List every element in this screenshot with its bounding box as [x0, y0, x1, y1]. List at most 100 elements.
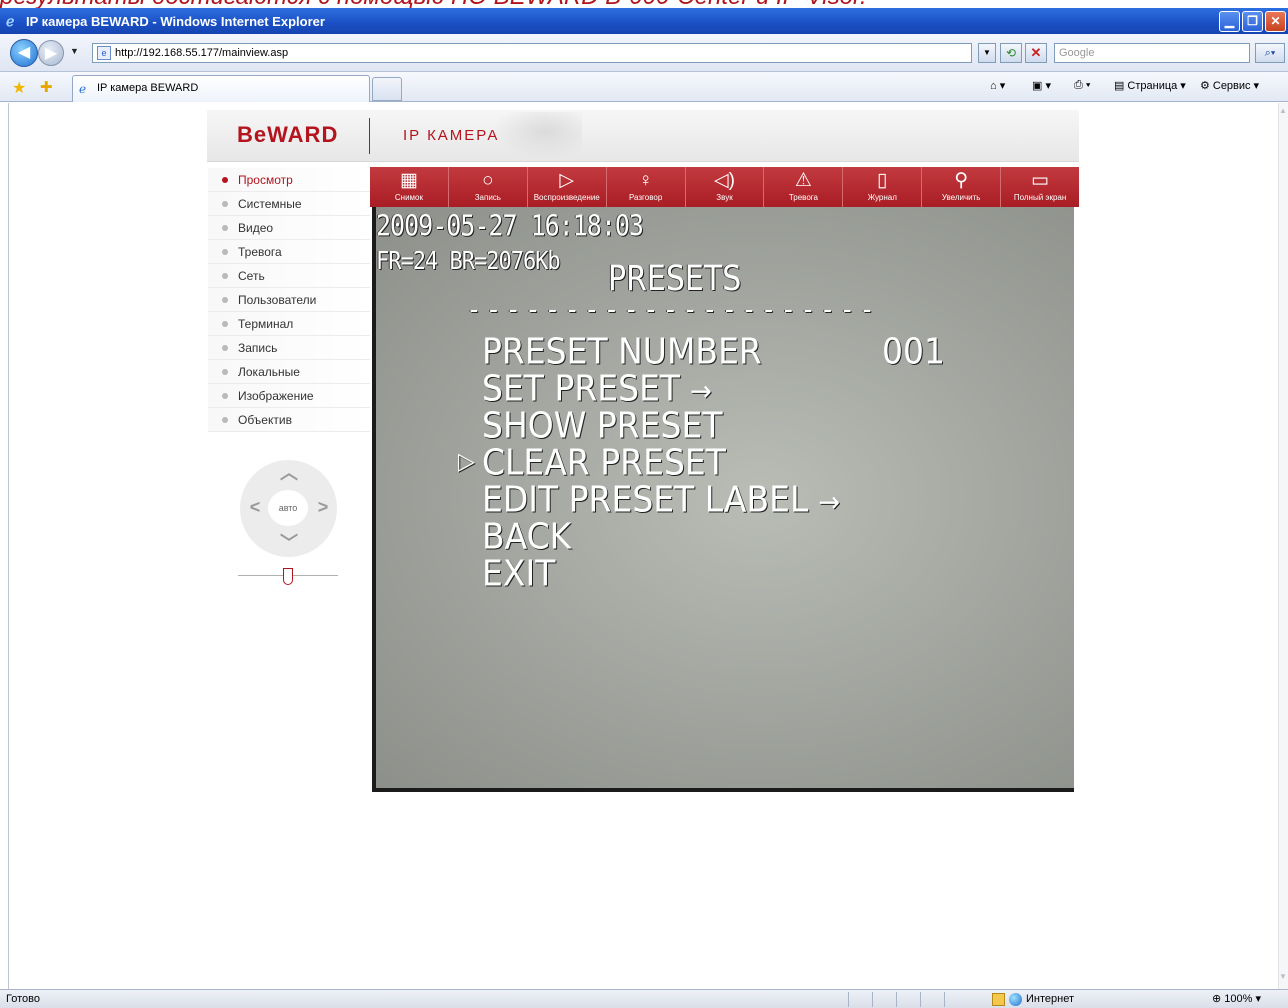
close-button[interactable]: ✕ [1265, 11, 1286, 32]
status-text: Готово [6, 993, 40, 1005]
ptz-right-button[interactable]: > [310, 494, 336, 520]
playback-button[interactable]: ▷ Воспроизведение [528, 167, 607, 207]
stop-button[interactable]: ✕ [1025, 43, 1047, 63]
ptz-left-button[interactable]: < [242, 494, 268, 520]
menu-item-lens[interactable]: Объектив [208, 408, 370, 432]
address-input[interactable]: e http://192.168.55.177/mainview.asp [92, 43, 972, 63]
tab-active[interactable]: ℯ IP камера BEWARD [72, 75, 370, 102]
toolbar-label: Полный экран [1013, 193, 1067, 202]
window-titlebar[interactable]: ℯ IP камера BEWARD - Windows Internet Ex… [0, 8, 1288, 34]
menu-item-image[interactable]: Изображение [208, 384, 370, 408]
tools-menu-label: Сервис [1212, 79, 1251, 92]
talk-button[interactable]: ♀ Разговор [607, 167, 686, 207]
menu-item-system[interactable]: Системные [208, 192, 370, 216]
side-menu: Просмотр Системные Видео Тревога Сеть По… [208, 168, 370, 432]
zoom-icon: ⚲ [954, 170, 969, 191]
arrow-right-icon: → [818, 486, 841, 519]
address-dropdown-button[interactable]: ▼ [978, 43, 996, 63]
minimize-button[interactable]: ▁ [1219, 11, 1240, 32]
feeds-button[interactable]: ▣ ▾ [1032, 79, 1051, 92]
osd-item-label: CLEAR PRESET [482, 440, 726, 484]
sound-button[interactable]: ◁) Звук [686, 167, 765, 207]
menu-item-network[interactable]: Сеть [208, 264, 370, 288]
video-feed[interactable]: 2009-05-27 16:18:03 FR=24 BR=2076Kb PRES… [372, 207, 1074, 792]
play-icon: ▷ [559, 170, 575, 191]
toolbar-label: Снимок [394, 193, 423, 202]
bullet-icon [222, 273, 228, 279]
camera-toolbar: ▦ Снимок ○ Запись ▷ Воспроизведение ♀ Разгов… [370, 167, 1079, 207]
window-controls: ▁ ❐ ✕ [1219, 11, 1286, 32]
osd-item-label: EXIT [482, 551, 556, 595]
address-toolbar: ◀ ▶ ▼ e http://192.168.55.177/mainview.a… [0, 34, 1288, 72]
bullet-icon [222, 225, 228, 231]
osd-preset-number: PRESET NUMBER 001 [482, 331, 945, 371]
fullscreen-button[interactable]: ▭ Полный экран [1001, 167, 1079, 207]
status-bar: Готово Интернет ⊕ 100% ▾ [0, 989, 1288, 1008]
log-button[interactable]: ▯ Журнал [843, 167, 923, 207]
favorites-star-icon[interactable]: ★ [12, 78, 26, 98]
menu-item-view[interactable]: Просмотр [208, 168, 370, 192]
menu-item-label: Просмотр [238, 173, 293, 187]
page-menu-label: Страница [1127, 79, 1178, 92]
menu-item-users[interactable]: Пользователи [208, 288, 370, 312]
toolbar-label: Журнал [867, 193, 897, 202]
product-title: IP КАМЕРА [403, 127, 500, 144]
add-favorites-icon[interactable]: ✚ [40, 78, 53, 96]
gear-icon: ⚙ [1200, 80, 1210, 92]
osd-item-set-preset: SET PRESET → [482, 368, 840, 408]
cursor-icon: ▷ [458, 448, 475, 476]
record-button[interactable]: ○ Запись [449, 167, 528, 207]
menu-item-alarm[interactable]: Тревога [208, 240, 370, 264]
ptz-down-button[interactable]: ﹀ [276, 530, 302, 556]
ptz-control: ︿ < > ﹀ авто [240, 460, 337, 557]
ptz-up-button[interactable]: ︿ [276, 460, 302, 486]
film-icon: ▦ [399, 170, 418, 191]
menu-item-video[interactable]: Видео [208, 216, 370, 240]
alarm-icon: ⚠ [794, 170, 812, 191]
beward-logo: BeWARD [237, 122, 339, 147]
search-input[interactable]: Google [1054, 43, 1250, 63]
menu-item-local[interactable]: Локальные [208, 360, 370, 384]
status-divider [848, 992, 849, 1007]
snapshot-button[interactable]: ▦ Снимок [370, 167, 449, 207]
menu-item-label: Системные [238, 197, 302, 211]
history-dropdown-icon[interactable]: ▼ [70, 46, 79, 56]
osd-item-show-preset: SHOW PRESET [482, 405, 840, 445]
page-menu[interactable]: ▤ Страница ▾ [1114, 79, 1186, 93]
vertical-scrollbar[interactable] [1278, 103, 1288, 989]
menu-item-label: Видео [238, 221, 274, 235]
menu-item-terminal[interactable]: Терминал [208, 312, 370, 336]
zoom-slider-handle[interactable] [283, 568, 293, 585]
print-button[interactable]: ⎙ ▾ [1074, 79, 1090, 92]
refresh-button[interactable]: ⟲ [1000, 43, 1022, 63]
menu-item-recording[interactable]: Запись [208, 336, 370, 360]
forward-button[interactable]: ▶ [38, 40, 64, 66]
magnifier-icon: ⊕ [1212, 993, 1222, 1005]
menu-item-label: Пользователи [238, 293, 317, 307]
alarm-button[interactable]: ⚠ Тревога [764, 167, 844, 207]
osd-item-clear-preset: ▷ CLEAR PRESET [458, 440, 840, 484]
maximize-button[interactable]: ❐ [1242, 11, 1263, 32]
search-button[interactable]: ⌕▾ [1255, 43, 1285, 63]
scroll-down-icon[interactable]: ▼ [1278, 972, 1288, 986]
chevron-down-icon: ▾ [1180, 80, 1186, 92]
globe-icon [1009, 992, 1022, 1006]
zoom-in-button[interactable]: ⚲ Увеличить [922, 167, 1002, 207]
world-map-decoration [492, 112, 582, 160]
zoom-level[interactable]: ⊕ 100% ▾ [1212, 990, 1261, 1008]
zone-label: Интернет [1026, 993, 1074, 1005]
bullet-icon [222, 393, 228, 399]
home-button[interactable]: ⌂ ▾ [990, 79, 1005, 92]
chevron-down-icon: ▾ [1255, 993, 1262, 1005]
back-button[interactable]: ◀ [10, 39, 38, 67]
osd-stream-info: FR=24 BR=2076Kb [376, 247, 561, 276]
ptz-auto-button[interactable]: авто [268, 490, 308, 526]
new-tab-button[interactable] [372, 77, 402, 101]
scroll-up-icon[interactable]: ▲ [1278, 106, 1288, 120]
tools-menu[interactable]: ⚙ Сервис ▾ [1200, 79, 1259, 93]
osd-menu-title: PRESETS [608, 259, 742, 300]
security-zone[interactable]: Интернет [992, 990, 1074, 1008]
menu-item-label: Терминал [238, 317, 294, 331]
bullet-icon [222, 177, 228, 183]
bullet-icon [222, 369, 228, 375]
